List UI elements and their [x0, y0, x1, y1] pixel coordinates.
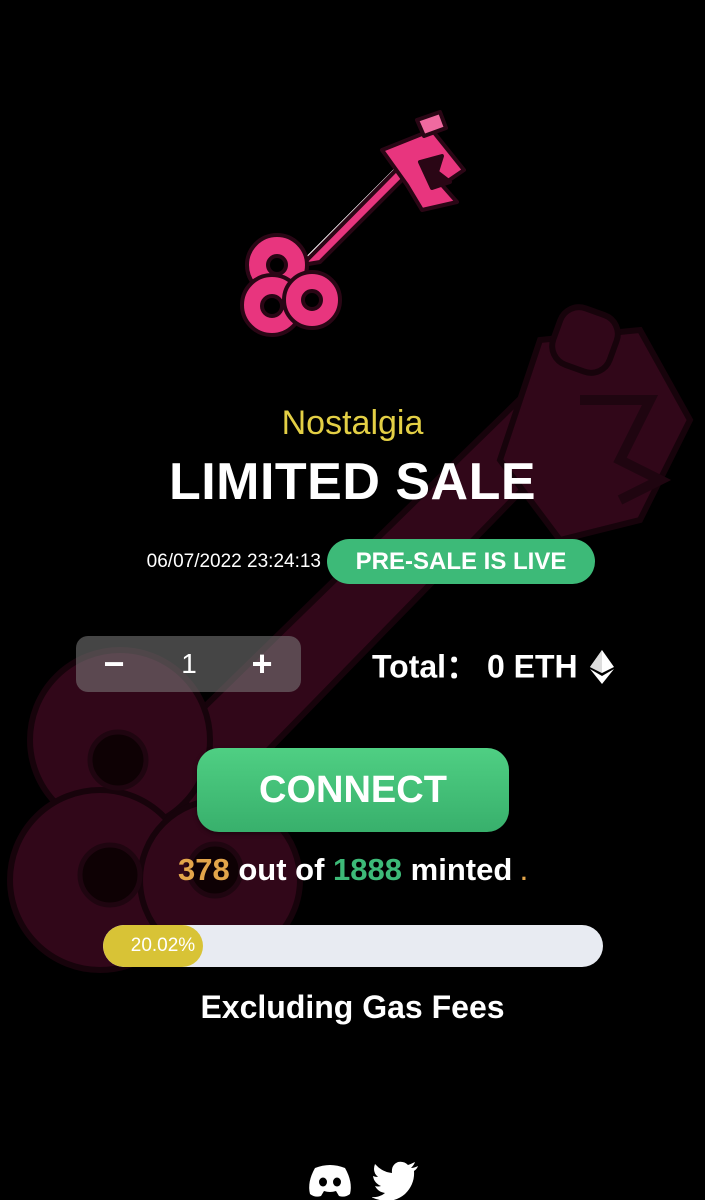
gas-fees-note: Excluding Gas Fees	[200, 989, 505, 1025]
total-label: Total：	[372, 648, 479, 685]
mint-progress-label: 20.02%	[130, 935, 196, 956]
minted-text: minted	[410, 852, 513, 887]
mint-progress-bar: 20.02%	[103, 925, 603, 967]
discord-icon[interactable]	[305, 1160, 355, 1200]
minted-trailing-dot: .	[520, 860, 528, 885]
presale-status-badge: PRE-SALE IS LIVE	[327, 539, 595, 584]
connect-wallet-button[interactable]: CONNECT	[197, 748, 509, 832]
mint-page: Nostalgia LIMITED SALE 06/07/2022 23:24:…	[0, 0, 705, 1200]
increase-quantity-button[interactable]: +	[232, 636, 292, 692]
decrease-quantity-button[interactable]: −	[84, 636, 144, 692]
minted-summary: 378 out of 1888 minted .	[0, 852, 705, 888]
sale-timestamp: 06/07/2022 23:24:13	[146, 551, 321, 572]
quantity-stepper: − 1 +	[76, 636, 301, 692]
out-of-text: out of	[238, 852, 325, 887]
ethereum-icon	[589, 649, 614, 684]
total-price: Total： 0 ETH	[372, 644, 615, 685]
minted-count: 378	[177, 852, 230, 887]
total-value: 0 ETH	[486, 648, 578, 685]
twitter-icon[interactable]	[372, 1160, 422, 1200]
quantity-value: 1	[181, 648, 197, 679]
collection-name: Nostalgia	[281, 404, 424, 442]
total-supply: 1888	[333, 852, 403, 887]
key-logo-image	[240, 110, 466, 337]
sale-title: LIMITED SALE	[168, 453, 537, 511]
